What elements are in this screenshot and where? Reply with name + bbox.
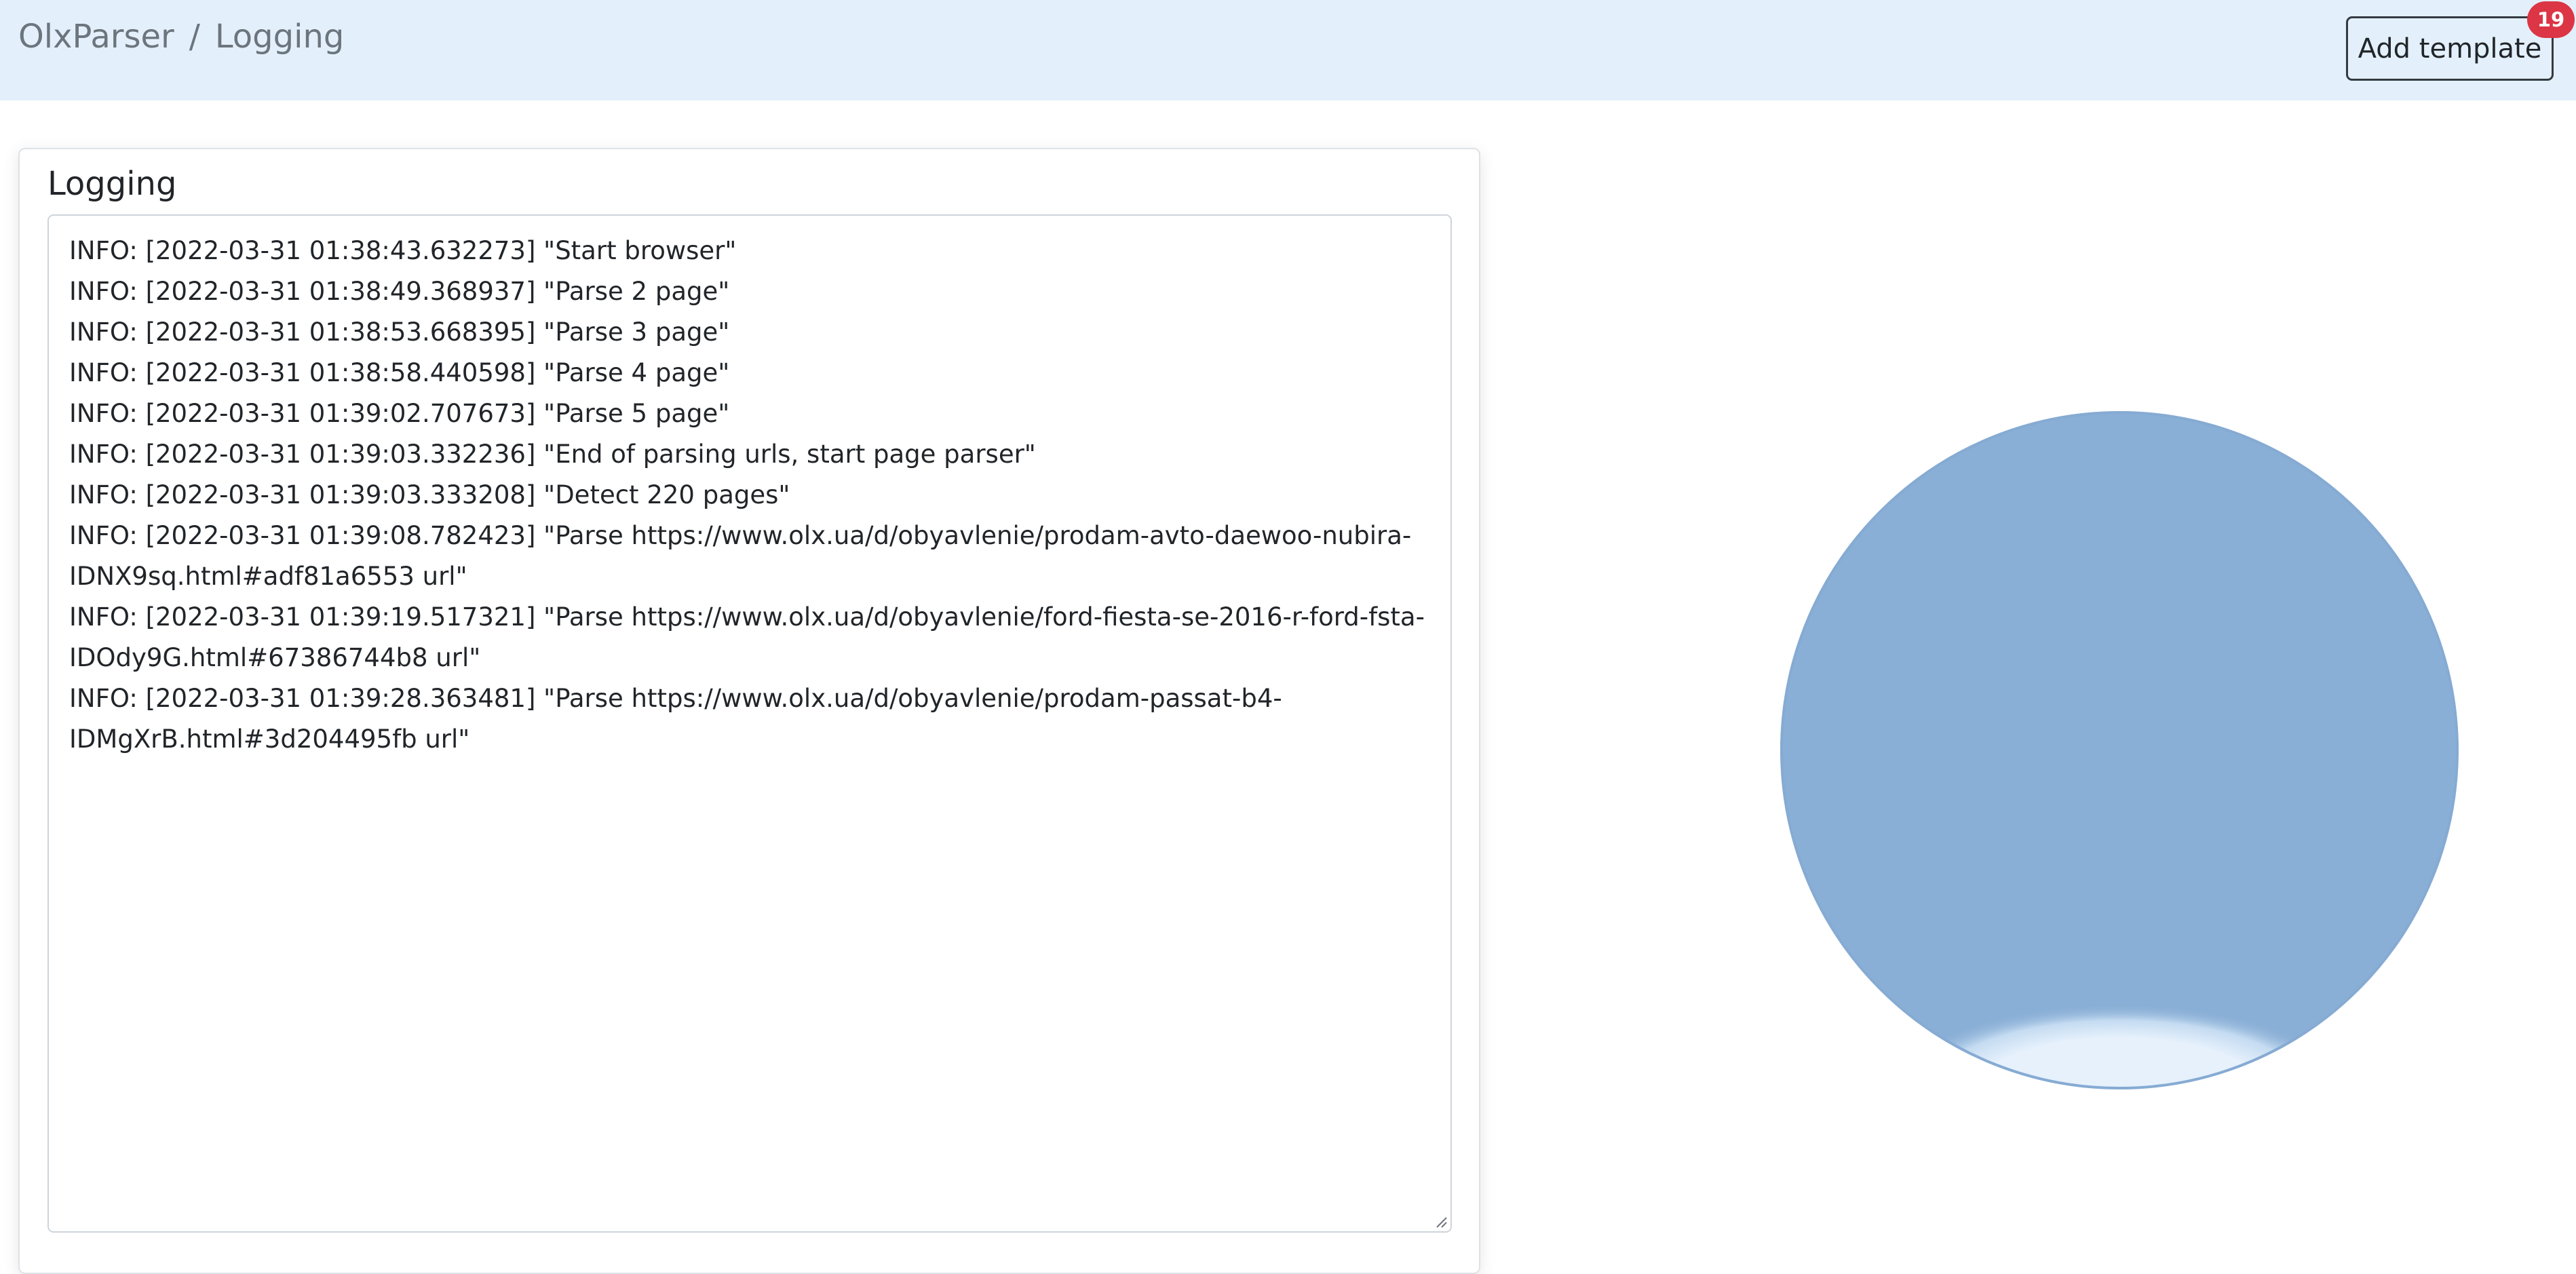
breadcrumb-root[interactable]: OlxParser bbox=[18, 18, 174, 56]
log-line: INFO: [2022-03-31 01:39:03.332236] "End … bbox=[69, 440, 1036, 469]
notification-badge: 19 bbox=[2527, 1, 2575, 38]
log-line: INFO: [2022-03-31 01:39:08.782423] "Pars… bbox=[69, 521, 1412, 591]
breadcrumb: OlxParser / Logging bbox=[18, 15, 344, 58]
logging-card-title: Logging bbox=[47, 165, 177, 203]
log-line: INFO: [2022-03-31 01:38:49.368937] "Pars… bbox=[69, 277, 730, 306]
breadcrumb-separator: / bbox=[189, 18, 200, 56]
top-navbar: OlxParser / Logging Add template 19 bbox=[0, 0, 2576, 100]
add-template-button[interactable]: Add template bbox=[2346, 16, 2554, 81]
resize-handle-icon[interactable] bbox=[1433, 1214, 1448, 1229]
log-line: INFO: [2022-03-31 01:39:03.333208] "Dete… bbox=[69, 480, 790, 509]
log-line: INFO: [2022-03-31 01:39:28.363481] "Pars… bbox=[69, 684, 1282, 754]
log-line: INFO: [2022-03-31 01:39:02.707673] "Pars… bbox=[69, 399, 730, 428]
log-line: INFO: [2022-03-31 01:38:43.632273] "Star… bbox=[69, 236, 737, 265]
breadcrumb-current: Logging bbox=[214, 18, 345, 56]
log-line: INFO: [2022-03-31 01:38:58.440598] "Pars… bbox=[69, 358, 730, 387]
log-lines: INFO: [2022-03-31 01:38:43.632273] "Star… bbox=[69, 231, 1430, 760]
loading-globe bbox=[1777, 408, 2461, 1092]
loading-globe-graphic bbox=[1780, 411, 2459, 1089]
log-line: INFO: [2022-03-31 01:39:19.517321] "Pars… bbox=[69, 602, 1425, 672]
log-line: INFO: [2022-03-31 01:38:53.668395] "Pars… bbox=[69, 317, 730, 347]
logging-card: Logging INFO: [2022-03-31 01:38:43.63227… bbox=[18, 148, 1480, 1274]
log-textarea[interactable]: INFO: [2022-03-31 01:38:43.632273] "Star… bbox=[47, 214, 1452, 1233]
